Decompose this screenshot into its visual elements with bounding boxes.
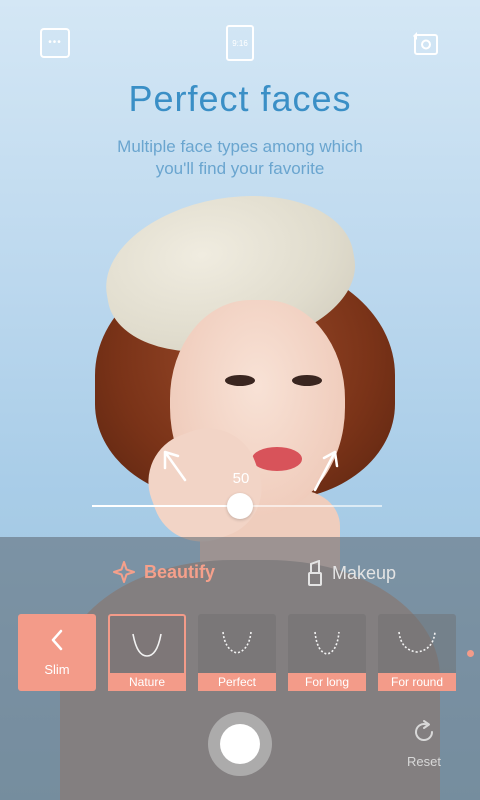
reset-button[interactable]: Reset xyxy=(402,718,446,769)
promo-title: Perfect faces xyxy=(128,78,352,119)
aspect-ratio-button[interactable]: 9:16 xyxy=(226,25,254,61)
aspect-ratio-label: 9:16 xyxy=(232,38,248,48)
reset-label: Reset xyxy=(407,754,441,769)
tab-beautify[interactable]: Beautify xyxy=(112,560,215,584)
slim-back-button[interactable]: Slim xyxy=(18,614,96,691)
shutter-button[interactable] xyxy=(208,712,272,776)
face-shape-icon xyxy=(110,630,184,658)
slim-label: Slim xyxy=(44,662,70,677)
face-option-label: Perfect xyxy=(198,673,276,691)
promo-subtitle: Multiple face types among which you'll f… xyxy=(0,136,480,180)
promo-subtitle-line1: Multiple face types among which xyxy=(117,137,363,156)
face-shape-icon xyxy=(198,628,276,656)
face-option-for-long[interactable]: For long xyxy=(288,614,366,691)
slider-value: 50 xyxy=(232,470,250,487)
shutter-icon xyxy=(220,724,260,764)
face-option-for-round[interactable]: For round xyxy=(378,614,456,691)
face-shape-icon xyxy=(378,628,456,656)
slider-fill xyxy=(92,505,237,507)
menu-button[interactable]: ••• xyxy=(40,28,70,58)
switch-camera-icon xyxy=(413,32,438,55)
sparkle-icon xyxy=(113,561,135,583)
slider-thumb[interactable] xyxy=(227,493,253,519)
tab-makeup-label: Makeup xyxy=(332,562,397,583)
menu-dots-icon: ••• xyxy=(48,37,62,48)
chevron-left-icon xyxy=(51,629,63,651)
switch-camera-button[interactable] xyxy=(410,28,440,58)
arrow-left-icon xyxy=(163,450,187,482)
scroll-indicator-dot xyxy=(467,650,474,657)
face-option-label: For long xyxy=(288,673,366,691)
face-option-perfect[interactable]: Perfect xyxy=(198,614,276,691)
promo-subtitle-line2: you'll find your favorite xyxy=(155,159,325,178)
reset-icon xyxy=(415,720,434,741)
face-option-label: Nature xyxy=(108,673,186,691)
tab-makeup[interactable]: Makeup xyxy=(306,560,396,586)
arrow-right-icon xyxy=(313,450,339,492)
face-option-label: For round xyxy=(378,673,456,691)
face-option-nature[interactable]: Nature xyxy=(108,614,186,691)
tab-beautify-label: Beautify xyxy=(144,561,216,582)
lipstick-icon xyxy=(308,560,322,586)
face-shape-icon xyxy=(288,628,366,656)
